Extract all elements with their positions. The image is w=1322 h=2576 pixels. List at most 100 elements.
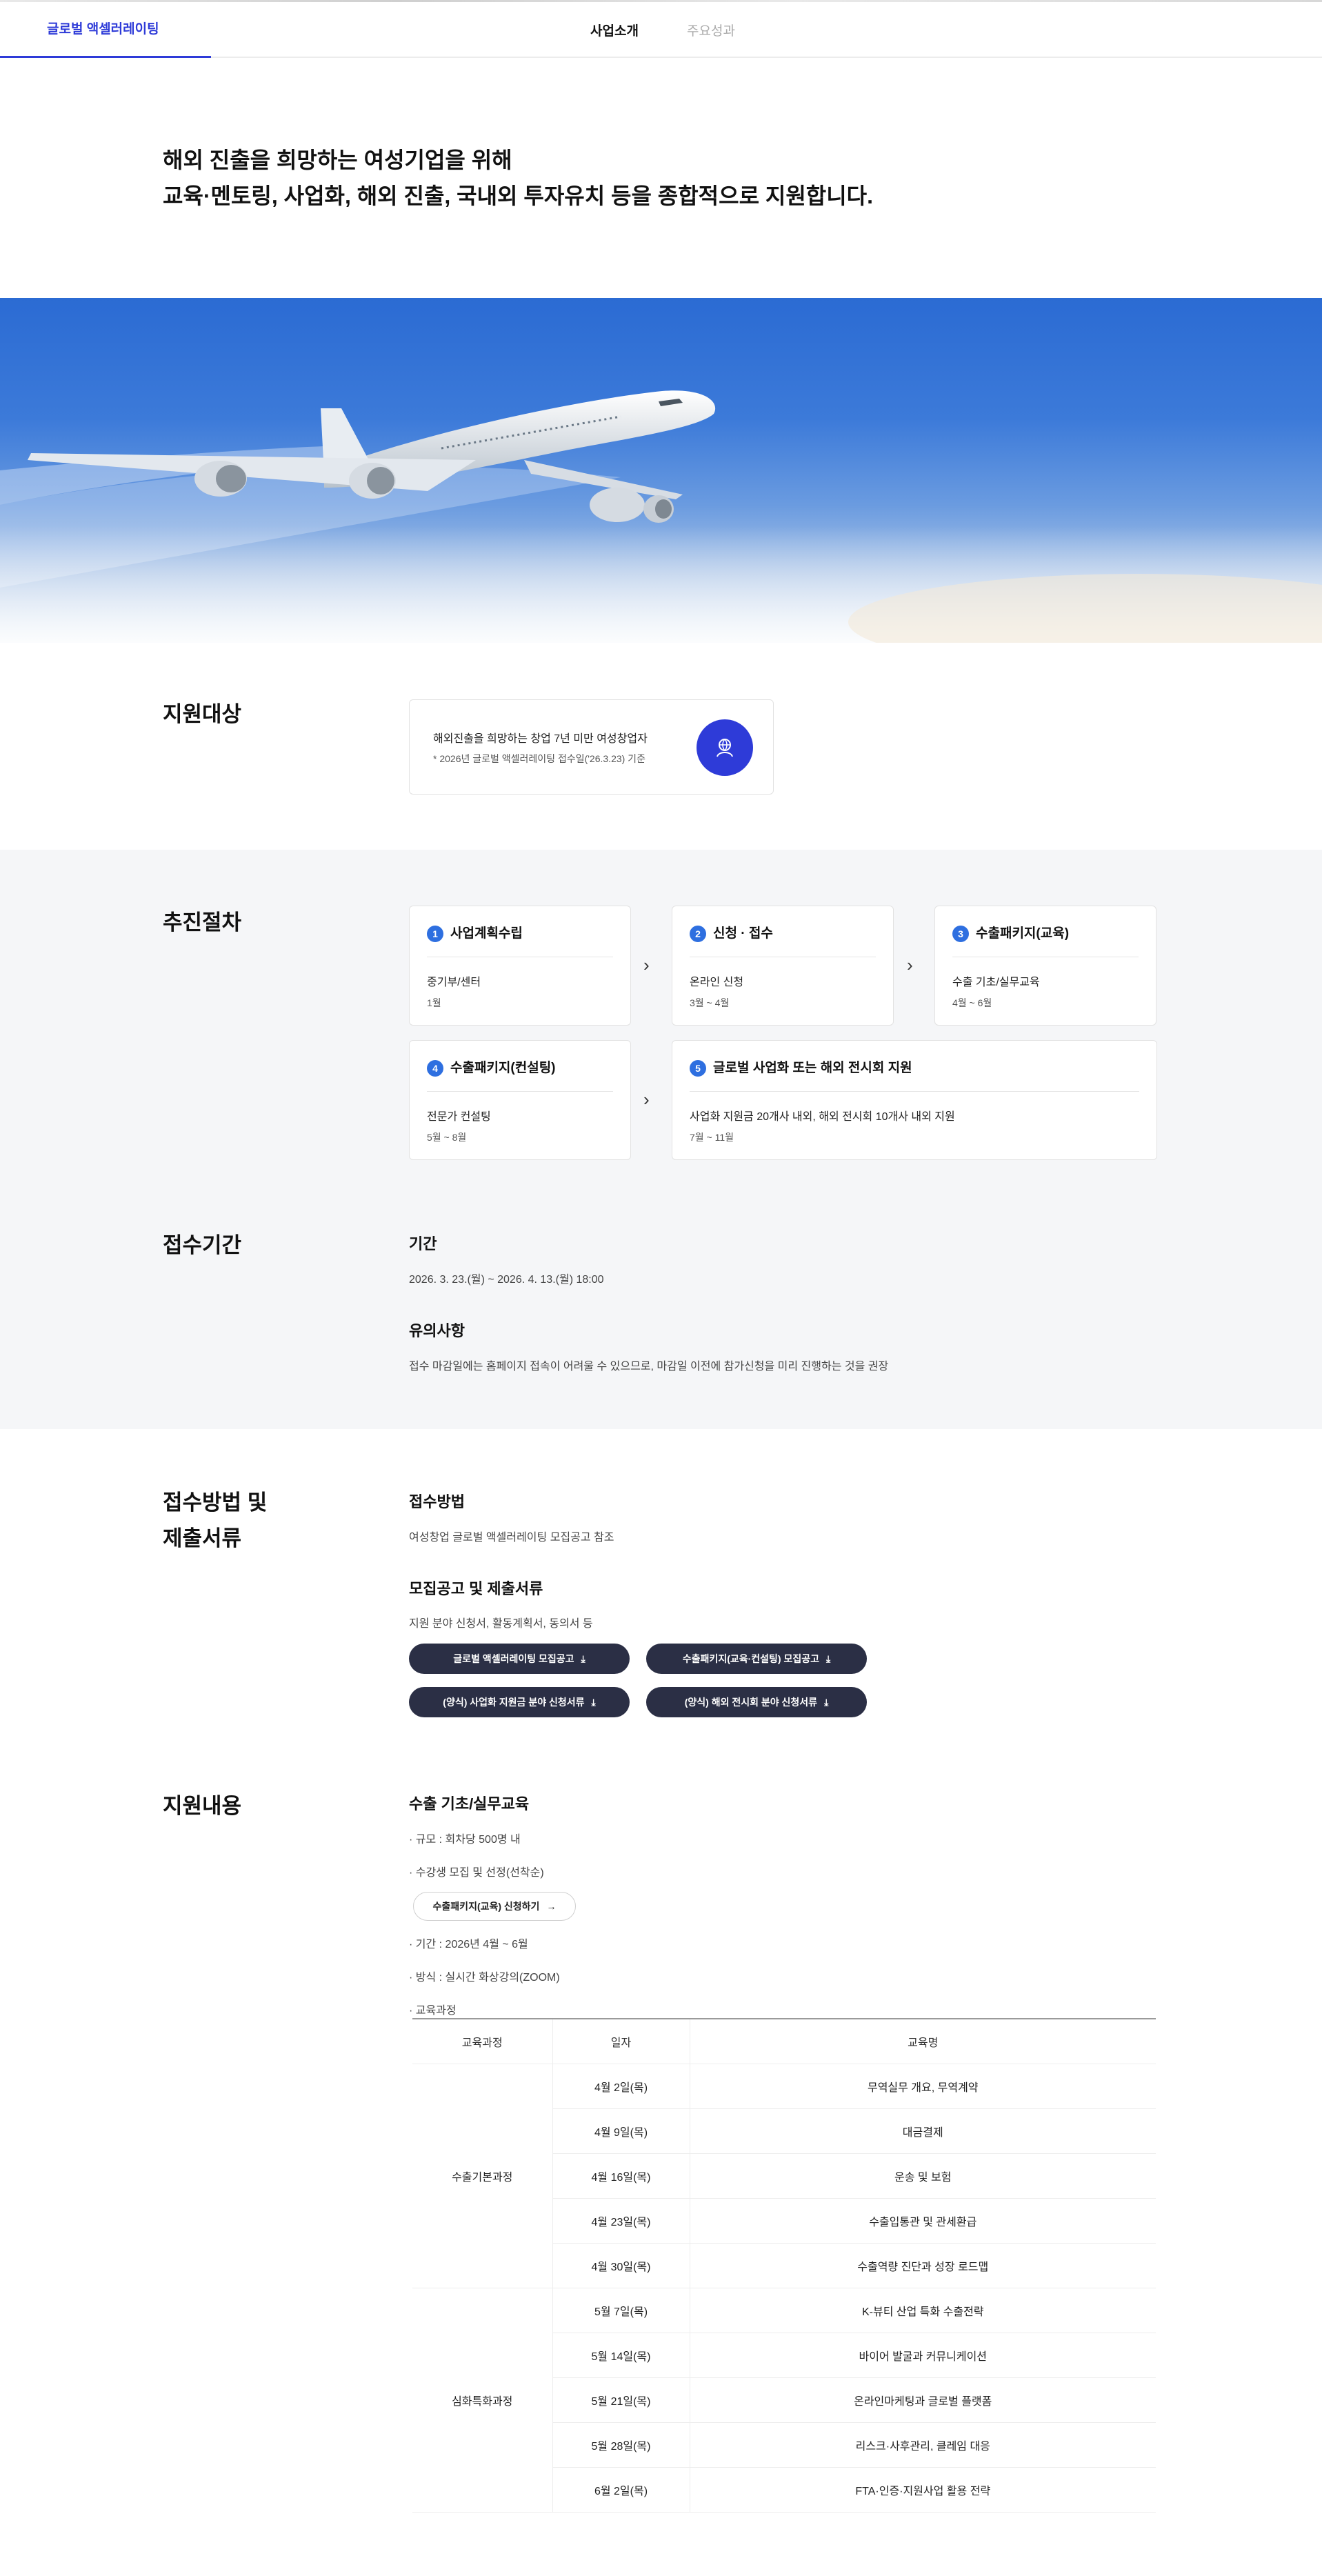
tab-main-achievements[interactable]: 주요성과 bbox=[687, 21, 735, 39]
step-detail: 사업화 지원금 20개사 내외, 해외 전시회 10개사 내외 지원 bbox=[690, 1111, 955, 1123]
section-title-process: 추진절차 bbox=[163, 910, 242, 935]
chevron-right-icon: › bbox=[643, 1089, 650, 1110]
title-cell: 바이어 발굴과 커뮤니케이션 bbox=[690, 2333, 1156, 2378]
step-detail: 전문가 컨설팅 bbox=[427, 1111, 491, 1123]
process-step-2: 2 신청 · 접수 온라인 신청 3월 ~ 4월 bbox=[672, 906, 894, 1026]
column-header-date: 일자 bbox=[552, 2018, 690, 2064]
bullet-period: · 기간 : 2026년 4월 ~ 6월 bbox=[409, 1939, 528, 1950]
bullet-courses: · 교육과정 bbox=[409, 2005, 457, 2017]
download-icon: ⤓ bbox=[824, 1696, 829, 1708]
date-cell: 4월 9일(목) bbox=[552, 2108, 690, 2154]
hero-airplane-image bbox=[0, 298, 1322, 643]
target-card: 해외진출을 희망하는 창업 7년 미만 여성창업자 * 2026년 글로벌 액셀… bbox=[409, 699, 774, 795]
step-title: 신청 · 접수 bbox=[713, 926, 773, 941]
process-step-1: 1 사업계획수립 중기부/센터 1월 bbox=[409, 906, 631, 1026]
download-icon: ⤓ bbox=[591, 1696, 596, 1708]
date-cell: 5월 28일(목) bbox=[552, 2422, 690, 2468]
button-label: (양식) 해외 전시회 분야 신청서류 bbox=[684, 1697, 818, 1708]
intro-line-1: 해외 진출을 희망하는 여성기업을 위해 bbox=[163, 148, 512, 172]
table-row: 수출기본과정 4월 2일(목) 무역실무 개요, 무역계약 bbox=[412, 2064, 1156, 2288]
target-line-2: * 2026년 글로벌 액셀러레이팅 접수일('26.3.23) 기준 bbox=[433, 753, 645, 764]
button-label: 수출패키지(교육) 신청하기 bbox=[432, 1901, 540, 1912]
date-cell: 4월 16일(목) bbox=[552, 2153, 690, 2199]
date-cell: 5월 21일(목) bbox=[552, 2377, 690, 2423]
step-period: 4월 ~ 6월 bbox=[952, 997, 992, 1008]
process-step-4: 4 수출패키지(컨설팅) 전문가 컨설팅 5월 ~ 8월 bbox=[409, 1040, 631, 1160]
section-title-content: 지원내용 bbox=[163, 1794, 242, 1818]
step-period: 3월 ~ 4월 bbox=[690, 997, 730, 1008]
person-globe-icon bbox=[697, 719, 753, 776]
title-cell: 수출역량 진단과 성장 로드맵 bbox=[690, 2243, 1156, 2288]
chevron-right-icon: › bbox=[643, 955, 650, 975]
column-header-title: 교육명 bbox=[690, 2018, 1156, 2064]
step-detail: 온라인 신청 bbox=[690, 977, 744, 988]
tab-business-intro[interactable]: 사업소개 bbox=[590, 21, 639, 39]
course-group-advanced: 심화특화과정 bbox=[412, 2288, 553, 2513]
period-value: 2026. 3. 23.(월) ~ 2026. 4. 13.(월) 18:00 bbox=[409, 1274, 604, 1286]
download-exhibition-form-button[interactable]: (양식) 해외 전시회 분야 신청서류 ⤓ bbox=[646, 1687, 867, 1717]
docs-label: 모집공고 및 제출서류 bbox=[409, 1580, 543, 1597]
target-line-1: 해외진출을 희망하는 창업 7년 미만 여성창업자 bbox=[433, 733, 648, 745]
tab-global-accelerating[interactable]: 글로벌 액셀러레이팅 bbox=[0, 0, 211, 58]
download-icon: ⤓ bbox=[581, 1653, 585, 1664]
course-group-basic: 수출기본과정 bbox=[412, 2064, 553, 2288]
notice-text: 접수 마감일에는 홈페이지 접속이 어려울 수 있으므로, 마감일 이전에 참가… bbox=[409, 1361, 889, 1372]
notice-label: 유의사항 bbox=[409, 1322, 465, 1339]
title-cell: 수출입통관 및 관세환급 bbox=[690, 2198, 1156, 2244]
table-header-row: 교육과정 일자 교육명 bbox=[412, 2018, 1156, 2064]
step-number-badge: 5 bbox=[690, 1060, 706, 1077]
step-title: 글로벌 사업화 또는 해외 전시회 지원 bbox=[713, 1061, 912, 1075]
how-label: 접수방법 bbox=[409, 1493, 465, 1510]
download-export-package-notice-button[interactable]: 수출패키지(교육·컨설팅) 모집공고 ⤓ bbox=[646, 1644, 867, 1674]
table-row: 심화특화과정 5월 7일(목) K-뷰티 산업 특화 수출전략 bbox=[412, 2288, 1156, 2513]
method-title-line-2: 제출서류 bbox=[163, 1526, 242, 1550]
title-cell: K-뷰티 산업 특화 수출전략 bbox=[690, 2288, 1156, 2333]
download-commercialization-form-button[interactable]: (양식) 사업화 지원금 분야 신청서류 ⤓ bbox=[409, 1687, 630, 1717]
step-period: 1월 bbox=[427, 997, 441, 1008]
method-title-line-1: 접수방법 및 bbox=[163, 1490, 268, 1515]
content-subtitle: 수출 기초/실무교육 bbox=[409, 1795, 530, 1813]
section-title-period: 접수기간 bbox=[163, 1233, 242, 1257]
title-cell: 대금결제 bbox=[690, 2108, 1156, 2154]
step-title: 수출패키지(컨설팅) bbox=[450, 1061, 556, 1075]
step-title: 사업계획수립 bbox=[450, 926, 523, 941]
education-schedule-table: 교육과정 일자 교육명 수출기본과정 4월 2일(목) 무역실무 개요, 무역계… bbox=[412, 2018, 1156, 2513]
date-cell: 4월 23일(목) bbox=[552, 2198, 690, 2244]
process-step-3: 3 수출패키지(교육) 수출 기초/실무교육 4월 ~ 6월 bbox=[934, 906, 1156, 1026]
button-label: (양식) 사업화 지원금 분야 신청서류 bbox=[443, 1697, 585, 1708]
step-title: 수출패키지(교육) bbox=[976, 926, 1070, 941]
process-step-5: 5 글로벌 사업화 또는 해외 전시회 지원 사업화 지원금 20개사 내외, 해… bbox=[672, 1040, 1157, 1160]
download-recruit-notice-button[interactable]: 글로벌 액셀러레이팅 모집공고 ⤓ bbox=[409, 1644, 630, 1674]
title-cell: FTA·인증·지원사업 활용 전략 bbox=[690, 2467, 1156, 2513]
period-label: 기간 bbox=[409, 1235, 437, 1252]
bullet-method: · 방식 : 실시간 화상강의(ZOOM) bbox=[409, 1972, 560, 1984]
button-label: 수출패키지(교육·컨설팅) 모집공고 bbox=[682, 1653, 819, 1664]
step-number-badge: 2 bbox=[690, 926, 706, 942]
step-number-badge: 3 bbox=[952, 926, 969, 942]
date-cell: 4월 30일(목) bbox=[552, 2243, 690, 2288]
download-icon: ⤓ bbox=[826, 1653, 831, 1664]
docs-text: 지원 분야 신청서, 활동계획서, 동의서 등 bbox=[409, 1618, 593, 1630]
bullet-selection: · 수강생 모집 및 선정(선착순) bbox=[409, 1867, 544, 1879]
how-text: 여성창업 글로벌 액셀러레이팅 모집공고 참조 bbox=[409, 1532, 614, 1544]
section-title-method: 접수방법 및 제출서류 bbox=[163, 1485, 267, 1557]
date-cell: 6월 2일(목) bbox=[552, 2467, 690, 2513]
arrow-right-icon: → bbox=[546, 1901, 557, 1912]
step-detail: 수출 기초/실무교육 bbox=[952, 977, 1040, 988]
step-detail: 중기부/센터 bbox=[427, 977, 481, 988]
title-cell: 무역실무 개요, 무역계약 bbox=[690, 2064, 1156, 2109]
intro-line-2: 교육·멘토링, 사업화, 해외 진출, 국내외 투자유치 등을 종합적으로 지원… bbox=[163, 183, 873, 208]
section-title-target: 지원대상 bbox=[163, 702, 242, 726]
step-period: 7월 ~ 11월 bbox=[690, 1132, 734, 1143]
airplane-illustration bbox=[0, 390, 1322, 643]
date-cell: 5월 7일(목) bbox=[552, 2288, 690, 2333]
bullet-scale: · 규모 : 회차당 500명 내 bbox=[409, 1834, 521, 1846]
intro-text: 해외 진출을 희망하는 여성기업을 위해 교육·멘토링, 사업화, 해외 진출,… bbox=[163, 142, 873, 214]
button-label: 글로벌 액셀러레이팅 모집공고 bbox=[453, 1653, 574, 1664]
step-number-badge: 1 bbox=[427, 926, 443, 942]
date-cell: 4월 2일(목) bbox=[552, 2064, 690, 2109]
title-cell: 리스크·사후관리, 클레임 대응 bbox=[690, 2422, 1156, 2468]
chevron-right-icon: › bbox=[907, 955, 913, 975]
apply-education-button[interactable]: 수출패키지(교육) 신청하기 → bbox=[413, 1892, 576, 1921]
title-cell: 운송 및 보험 bbox=[690, 2153, 1156, 2199]
